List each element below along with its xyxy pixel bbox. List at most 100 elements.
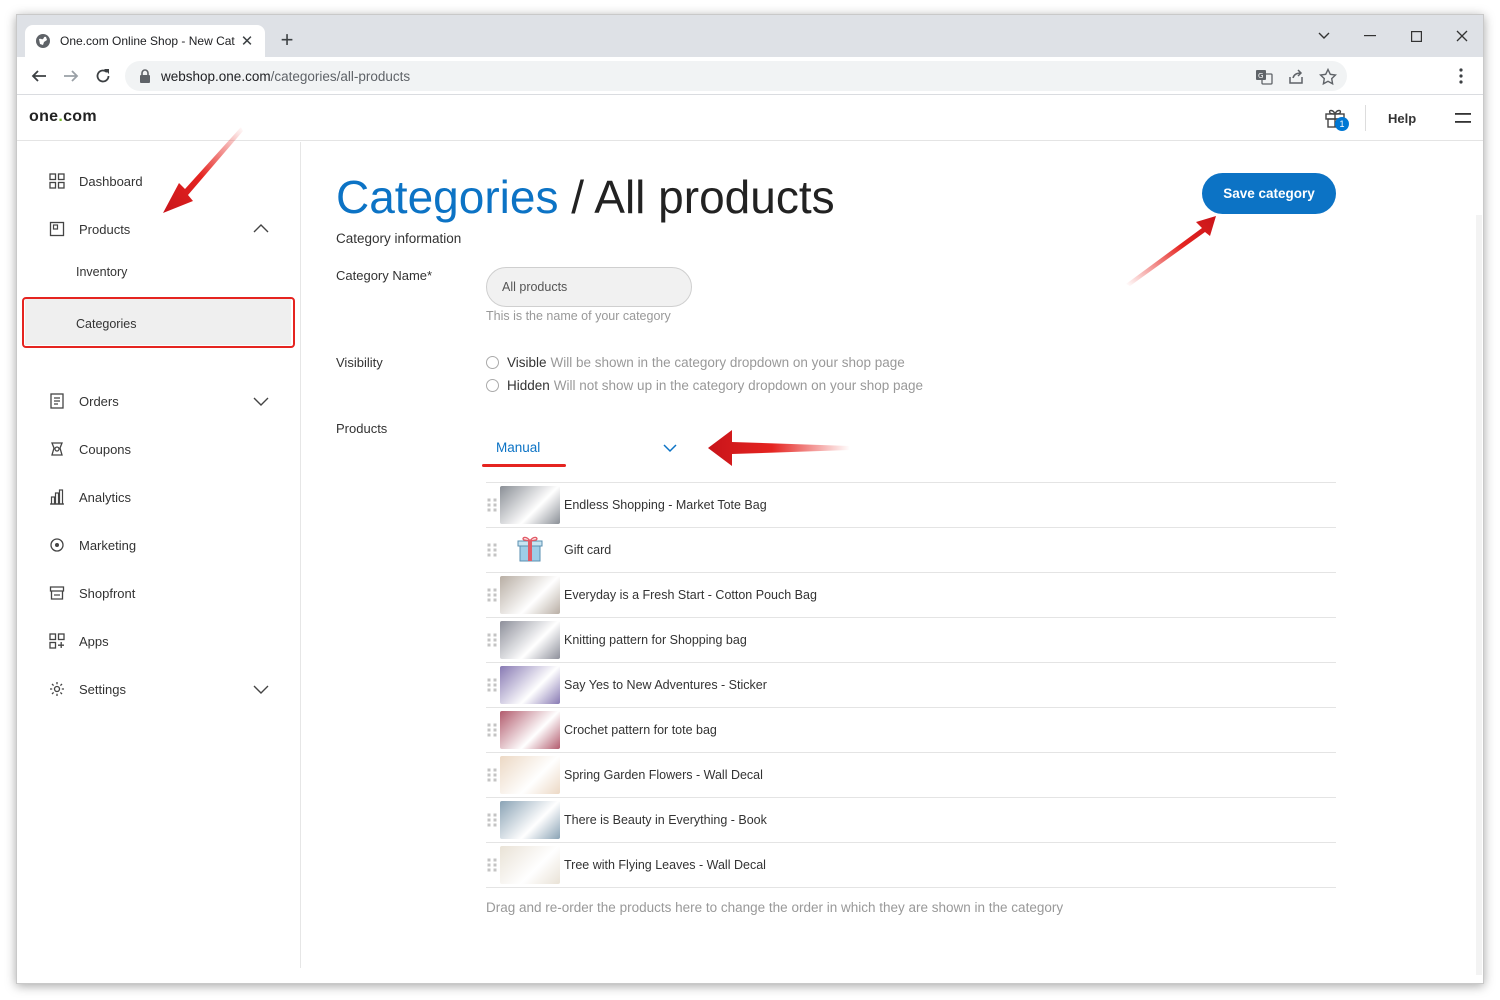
- sidebar-item-inventory[interactable]: Inventory: [76, 265, 127, 279]
- product-name: Endless Shopping - Market Tote Bag: [564, 498, 767, 512]
- hamburger-menu-icon[interactable]: [1455, 112, 1471, 124]
- header-divider: [1365, 105, 1366, 131]
- drag-handle-icon[interactable]: [486, 632, 498, 648]
- chevron-down-icon[interactable]: [253, 393, 269, 409]
- hidden-option-label: Hidden: [507, 378, 550, 393]
- annotation-arrow-products: [708, 430, 850, 466]
- cart-badge: 1: [1335, 117, 1349, 131]
- url-path: /categories/all-products: [270, 68, 411, 84]
- category-name-hint: This is the name of your category: [486, 309, 671, 323]
- sidebar-item-shopfront[interactable]: Shopfront: [49, 579, 269, 607]
- back-icon[interactable]: [27, 64, 51, 88]
- breadcrumb-categories[interactable]: Categories: [336, 171, 558, 223]
- drag-handle-icon[interactable]: [486, 857, 498, 873]
- product-thumbnail: [500, 666, 560, 704]
- browser-menu-icon[interactable]: [1453, 67, 1469, 85]
- browser-tab[interactable]: One.com Online Shop - New Cat ✕: [25, 25, 265, 57]
- new-tab-icon[interactable]: +: [275, 28, 299, 52]
- product-name: Crochet pattern for tote bag: [564, 723, 717, 737]
- browser-window: One.com Online Shop - New Cat ✕ + websho…: [16, 14, 1484, 984]
- radio-hidden[interactable]: [486, 379, 499, 392]
- reorder-hint: Drag and re-order the products here to c…: [486, 900, 1064, 915]
- chevron-down-icon[interactable]: [662, 440, 678, 456]
- products-mode-value: Manual: [496, 440, 541, 455]
- products-mode-select[interactable]: Manual: [496, 440, 678, 462]
- shopfront-icon: [49, 586, 65, 600]
- dashboard-icon: [49, 173, 65, 189]
- hidden-option-desc: Will not show up in the category dropdow…: [553, 378, 924, 393]
- gear-icon: [50, 682, 64, 696]
- sidebar-item-settings[interactable]: Settings: [49, 675, 269, 703]
- tab-strip: One.com Online Shop - New Cat ✕ +: [17, 15, 1483, 57]
- drag-handle-icon[interactable]: [486, 812, 498, 828]
- maximize-icon[interactable]: [1393, 21, 1439, 51]
- logo-one: one: [29, 108, 59, 125]
- tab-close-icon[interactable]: ✕: [239, 32, 255, 50]
- products-label: Products: [336, 421, 388, 436]
- sidebar-item-marketing[interactable]: Marketing: [49, 531, 269, 559]
- translate-icon[interactable]: G: [1255, 68, 1273, 86]
- product-name: Spring Garden Flowers - Wall Decal: [564, 768, 763, 782]
- product-row[interactable]: Crochet pattern for tote bag: [486, 708, 1336, 753]
- sidebar-item-analytics[interactable]: Analytics: [49, 483, 269, 511]
- visible-option-label: Visible: [507, 355, 547, 370]
- radio-visible[interactable]: [486, 356, 499, 369]
- sidebar-item-label: Products: [79, 221, 131, 237]
- product-row[interactable]: Spring Garden Flowers - Wall Decal: [486, 753, 1336, 798]
- reload-icon[interactable]: [91, 64, 115, 88]
- annotation-arrow-products-nav: [163, 127, 243, 213]
- product-row[interactable]: Knitting pattern for Shopping bag: [486, 618, 1336, 663]
- product-row[interactable]: Endless Shopping - Market Tote Bag: [486, 483, 1336, 528]
- category-name-input[interactable]: All products: [486, 267, 692, 307]
- forward-icon[interactable]: [59, 64, 83, 88]
- drag-handle-icon[interactable]: [486, 542, 498, 558]
- onecom-logo[interactable]: one.com: [29, 108, 97, 126]
- drag-handle-icon[interactable]: [486, 767, 498, 783]
- bookmark-star-icon[interactable]: [1319, 68, 1337, 86]
- drag-handle-icon[interactable]: [486, 722, 498, 738]
- chevron-down-icon[interactable]: [253, 681, 269, 697]
- page-scrollbar[interactable]: [1476, 215, 1482, 975]
- help-link[interactable]: Help: [1388, 111, 1416, 126]
- logo-com: com: [63, 108, 97, 125]
- drag-handle-icon[interactable]: [486, 677, 498, 693]
- sidebar-item-orders[interactable]: Orders: [49, 387, 269, 415]
- orders-icon: [50, 393, 64, 409]
- drag-handle-icon[interactable]: [486, 497, 498, 513]
- minimize-icon[interactable]: [1347, 21, 1393, 51]
- product-row[interactable]: There is Beauty in Everything - Book: [486, 798, 1336, 843]
- visibility-hidden-option[interactable]: Hidden Will not show up in the category …: [486, 378, 923, 393]
- product-list: Endless Shopping - Market Tote Bag Gift c…: [486, 482, 1336, 888]
- tab-title: One.com Online Shop - New Cat: [60, 34, 235, 48]
- product-name: Everyday is a Fresh Start - Cotton Pouch…: [564, 588, 817, 602]
- visibility-visible-option[interactable]: Visible Will be shown in the category dr…: [486, 355, 905, 370]
- share-icon[interactable]: [1287, 68, 1305, 86]
- window-close-icon[interactable]: [1439, 21, 1483, 51]
- drag-handle-icon[interactable]: [486, 587, 498, 603]
- product-thumbnail: [500, 756, 560, 794]
- target-icon: [50, 538, 64, 552]
- globe-icon: [36, 34, 50, 48]
- chevron-up-icon[interactable]: [253, 221, 269, 237]
- sidebar-item-label: Apps: [79, 633, 109, 649]
- annotation-highlight-box: [22, 297, 295, 348]
- category-name-label: Category Name*: [336, 268, 433, 283]
- product-row[interactable]: Everyday is a Fresh Start - Cotton Pouch…: [486, 573, 1336, 618]
- product-name: There is Beauty in Everything - Book: [564, 813, 767, 827]
- product-name: Knitting pattern for Shopping bag: [564, 633, 747, 647]
- sidebar-item-label: Shopfront: [79, 585, 136, 601]
- annotation-underline: [482, 464, 566, 467]
- breadcrumb-separator: /: [571, 171, 585, 223]
- address-bar[interactable]: webshop.one.com/categories/all-products …: [125, 61, 1347, 91]
- tab-search-icon[interactable]: [1301, 21, 1347, 51]
- sidebar-item-products[interactable]: Products: [49, 215, 269, 243]
- product-thumbnail: [500, 576, 560, 614]
- product-row[interactable]: Tree with Flying Leaves - Wall Decal: [486, 843, 1336, 888]
- product-thumbnail: [500, 801, 560, 839]
- sidebar-item-apps[interactable]: Apps: [49, 627, 269, 655]
- sidebar-item-label: Coupons: [79, 441, 132, 457]
- product-row[interactable]: Gift card: [486, 528, 1336, 573]
- product-row[interactable]: Say Yes to New Adventures - Sticker: [486, 663, 1336, 708]
- sidebar-item-coupons[interactable]: Coupons: [49, 435, 269, 463]
- sidebar-item-label: Marketing: [79, 537, 137, 553]
